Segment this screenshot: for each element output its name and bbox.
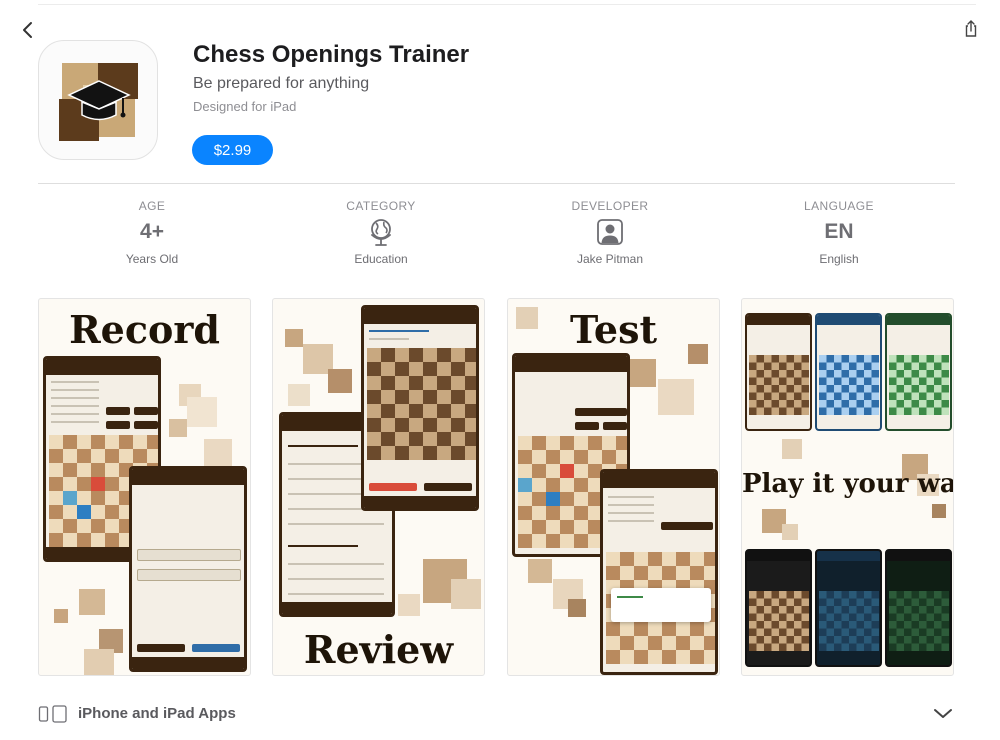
age-value: 4+ bbox=[140, 220, 164, 243]
language-sub: English bbox=[819, 252, 859, 266]
back-button[interactable] bbox=[18, 20, 38, 40]
screenshot-test[interactable]: Test bbox=[507, 298, 720, 676]
age-label: AGE bbox=[138, 199, 166, 213]
top-bar bbox=[38, 0, 976, 5]
language-label: LANGUAGE bbox=[804, 199, 874, 213]
iphone-ipad-icon bbox=[38, 705, 70, 723]
divider bbox=[38, 183, 955, 184]
app-icon bbox=[38, 40, 158, 160]
phone-play-dark-green bbox=[885, 549, 952, 667]
phone-play-dark-brown bbox=[745, 549, 812, 667]
platform-label: iPhone and iPad Apps bbox=[78, 705, 236, 722]
screenshot-test-title: Test bbox=[569, 307, 658, 352]
developer-sub[interactable]: Jake Pitman bbox=[510, 252, 710, 266]
person-icon bbox=[597, 219, 623, 245]
info-developer: DEVELOPER Jake Pitman bbox=[510, 199, 710, 266]
screenshot-play-title: Play it your way bbox=[742, 469, 954, 499]
info-category: CATEGORY Education bbox=[281, 199, 481, 266]
chevron-left-icon bbox=[23, 22, 32, 38]
phone-play-blue bbox=[815, 313, 882, 431]
phone-play-green bbox=[885, 313, 952, 431]
globe-icon bbox=[371, 219, 391, 246]
share-button[interactable] bbox=[961, 19, 981, 39]
info-language: LANGUAGE EN English bbox=[739, 199, 939, 266]
screenshot-review-title: Review bbox=[303, 627, 454, 672]
app-subtitle: Be prepared for anything bbox=[193, 75, 370, 92]
developer-label: DEVELOPER bbox=[571, 199, 649, 213]
age-sub: Years Old bbox=[125, 252, 179, 266]
screenshot-play[interactable]: Play it your way bbox=[741, 298, 954, 676]
chevron-down-icon[interactable] bbox=[933, 706, 953, 720]
phone-record-2 bbox=[129, 466, 247, 672]
phone-play-brown bbox=[745, 313, 812, 431]
info-age: AGE 4+ Years Old bbox=[52, 199, 252, 266]
screenshot-record[interactable]: Record bbox=[38, 298, 251, 676]
share-icon bbox=[965, 20, 977, 37]
phone-review-2 bbox=[361, 305, 479, 511]
category-sub: Education bbox=[354, 252, 408, 266]
designed-for-label: Designed for iPad bbox=[193, 99, 297, 114]
screenshot-review[interactable]: Review bbox=[272, 298, 485, 676]
graduation-cap-icon bbox=[59, 63, 138, 141]
price-button[interactable]: $2.99 bbox=[192, 135, 273, 165]
phone-test-2 bbox=[600, 469, 718, 675]
category-label: CATEGORY bbox=[346, 199, 416, 213]
app-title: Chess Openings Trainer bbox=[193, 41, 470, 68]
screenshot-record-title: Record bbox=[69, 307, 220, 352]
phone-play-dark-blue bbox=[815, 549, 882, 667]
language-value: EN bbox=[824, 220, 854, 243]
